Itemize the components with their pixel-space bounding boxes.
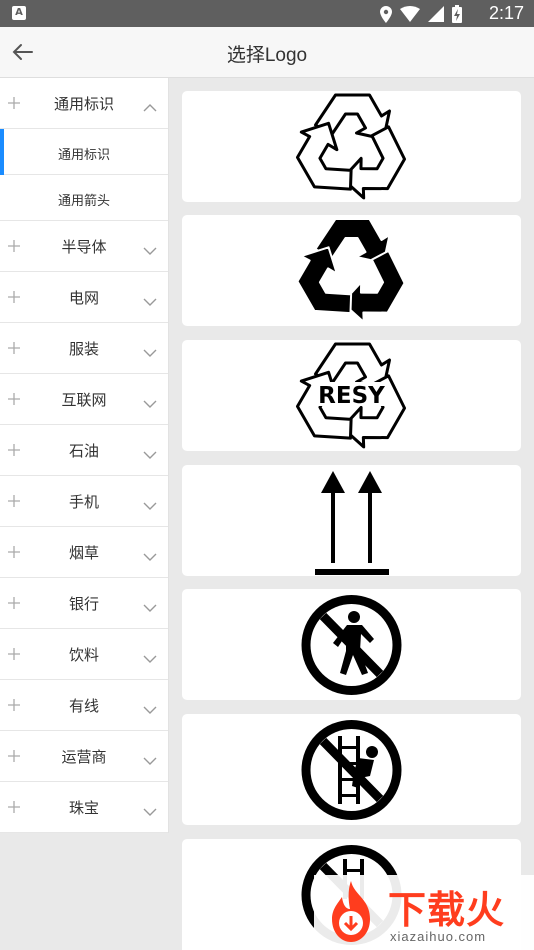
- this-way-up-arrows-icon: [315, 471, 389, 575]
- battery-charging-icon: [452, 5, 462, 23]
- logo-card-recycle-outline[interactable]: [182, 91, 521, 202]
- watermark-url: xiazaihuo.com: [390, 929, 487, 944]
- resy-text: RESY: [318, 383, 385, 409]
- sidebar-category[interactable]: 半导体: [0, 221, 168, 272]
- sidebar-subitem-label: 通用标识: [57, 148, 110, 163]
- chevron-down-icon: [143, 802, 157, 816]
- sidebar-category[interactable]: 银行: [0, 578, 168, 629]
- logo-card-no-climbing[interactable]: [182, 714, 521, 825]
- sidebar-category[interactable]: 烟草: [0, 527, 168, 578]
- sidebar-category[interactable]: 通用标识: [0, 78, 168, 129]
- sidebar-category[interactable]: 互联网: [0, 374, 168, 425]
- category-sidebar: 通用标识 通用标识 通用箭头 半导体 电网 服装 互联网 石油 手机 烟草 银行 饮料 有线 运营商 珠宝: [0, 78, 169, 833]
- chevron-down-icon: [143, 241, 157, 255]
- recycle-resy-icon: RESY: [295, 342, 407, 449]
- chevron-down-icon: [143, 394, 157, 408]
- chevron-down-icon: [143, 496, 157, 510]
- app-notification-icon: A: [12, 6, 26, 20]
- wifi-icon: [400, 6, 420, 22]
- sidebar-category[interactable]: 石油: [0, 425, 168, 476]
- recycle-outline-icon: [295, 93, 407, 200]
- logo-card-this-way-up[interactable]: [182, 465, 521, 576]
- chevron-down-icon: [143, 598, 157, 612]
- chevron-down-icon: [143, 649, 157, 663]
- sidebar-subitem-label: 通用箭头: [57, 194, 110, 209]
- chevron-down-icon: [143, 343, 157, 357]
- logo-card-recycle-solid[interactable]: [182, 215, 521, 326]
- sidebar-subitem[interactable]: 通用箭头: [0, 175, 168, 221]
- status-time: 2:17: [488, 3, 524, 23]
- chevron-down-icon: [143, 292, 157, 306]
- watermark-brand: 下载火: [388, 888, 506, 932]
- logo-card-recycle-resy[interactable]: RESY: [182, 340, 521, 451]
- page-title: 选择Logo: [226, 45, 308, 66]
- logo-card-no-pedestrians[interactable]: [182, 589, 521, 700]
- location-icon: [380, 5, 392, 23]
- sidebar-category[interactable]: 饮料: [0, 629, 168, 680]
- sidebar-category[interactable]: 珠宝: [0, 782, 168, 833]
- chevron-up-icon: [143, 98, 157, 112]
- sidebar-category[interactable]: 有线: [0, 680, 168, 731]
- sidebar-category[interactable]: 运营商: [0, 731, 168, 782]
- sidebar-category[interactable]: 服装: [0, 323, 168, 374]
- app-bar: 选择Logo: [0, 27, 534, 78]
- chevron-down-icon: [143, 700, 157, 714]
- chevron-down-icon: [143, 547, 157, 561]
- no-pedestrians-icon: [301, 595, 402, 695]
- no-climbing-icon: [301, 720, 402, 820]
- sidebar-subitem[interactable]: 通用标识: [0, 129, 168, 175]
- chevron-down-icon: [143, 445, 157, 459]
- signal-icon: [428, 6, 444, 22]
- sidebar-category[interactable]: 手机: [0, 476, 168, 527]
- recycle-solid-icon: [296, 218, 406, 323]
- sidebar-category[interactable]: 电网: [0, 272, 168, 323]
- status-bar: A 2:17: [0, 0, 534, 27]
- chevron-down-icon: [143, 751, 157, 765]
- fire-logo-icon: [332, 881, 370, 942]
- watermark: 下载火 xiazaihuo.com: [314, 875, 534, 950]
